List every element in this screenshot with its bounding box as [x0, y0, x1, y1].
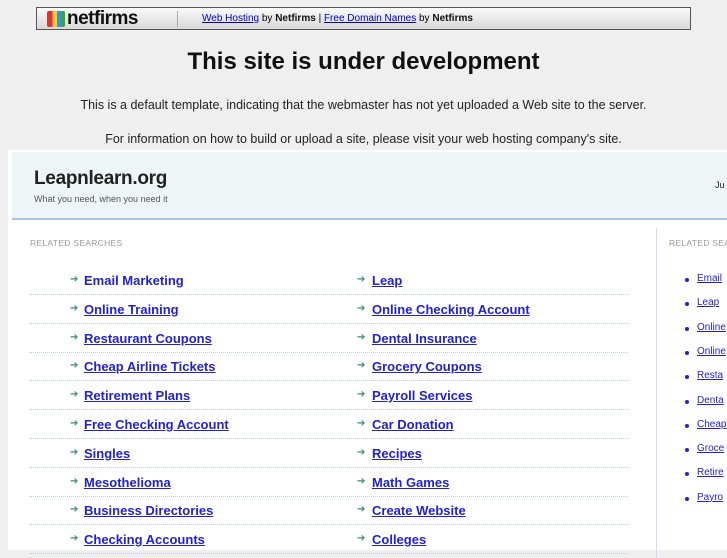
related-search-link[interactable]: Dental Insurance	[372, 331, 477, 346]
free-domain-link[interactable]: Free Domain Names	[324, 13, 416, 24]
search-row: ➔ Mesothelioma ➔ Math Games	[30, 468, 628, 497]
related-search-link[interactable]: Grocery Coupons	[372, 359, 482, 374]
bullet-icon	[685, 278, 689, 282]
search-row: ➔ Checking Accounts ➔ Colleges	[30, 525, 628, 555]
right-related-link[interactable]: Payro	[697, 492, 723, 503]
search-row: ➔ Free Checking Account ➔ Car Donation	[30, 410, 628, 439]
pipe: |	[318, 13, 322, 24]
search-row: ➔ Cheap Airline Tickets ➔ Grocery Coupons	[30, 352, 628, 382]
info-text-1: This is a default template, indicating t…	[80, 98, 647, 112]
related-search-link[interactable]: Payroll Services	[372, 388, 472, 403]
netfirms-logo-icon	[47, 10, 65, 27]
right-related-link[interactable]: Leap	[697, 297, 719, 308]
bullet-icon	[685, 375, 689, 380]
related-search-link[interactable]: Business Directories	[84, 503, 213, 518]
related-search-link[interactable]: Create Website	[372, 503, 466, 518]
bullet-icon	[685, 302, 689, 307]
right-column: RELATED SEA Email Leap Online Online Resta De…	[656, 228, 727, 558]
bullet-icon	[685, 472, 689, 477]
right-related-link[interactable]: Denta	[697, 395, 724, 406]
arrow-icon: ➔	[357, 533, 366, 545]
search-row: ➔ Singles ➔ Recipes	[30, 439, 628, 468]
arrow-icon: ➔	[357, 302, 366, 314]
bullet-icon	[685, 399, 689, 404]
brand-text: Netfirms	[275, 13, 316, 24]
arrow-icon: ➔	[70, 475, 79, 487]
divider	[177, 10, 178, 27]
header-right-text: Ju	[715, 180, 725, 190]
right-related-link[interactable]: Online	[697, 346, 726, 357]
related-search-link[interactable]: Restaurant Coupons	[84, 331, 212, 346]
by-text: by	[261, 13, 273, 24]
netfirms-banner: netfirms Web Hosting by Netfirms | Free …	[36, 7, 691, 30]
arrow-icon: ➔	[357, 389, 366, 401]
arrow-icon: ➔	[357, 331, 366, 343]
web-hosting-link[interactable]: Web Hosting	[202, 13, 259, 24]
arrow-icon: ➔	[70, 302, 79, 314]
bullet-icon	[685, 423, 689, 428]
right-related-link[interactable]: Resta	[697, 370, 723, 381]
netfirms-logo[interactable]: netfirms	[37, 8, 177, 30]
related-search-link[interactable]: Cheap Airline Tickets	[84, 359, 216, 374]
search-row: ➔ Retirement Plans ➔ Payroll Services	[30, 381, 628, 411]
arrow-icon: ➔	[70, 446, 79, 458]
arrow-icon: ➔	[70, 331, 79, 343]
arrow-icon: ➔	[357, 504, 366, 516]
related-search-link[interactable]: Online Checking Account	[372, 302, 530, 317]
related-search-link[interactable]: Recipes	[372, 446, 422, 461]
bullet-icon	[685, 448, 689, 453]
arrow-icon: ➔	[357, 475, 366, 487]
arrow-icon: ➔	[70, 274, 79, 285]
search-row: ➔ Restaurant Coupons ➔ Dental Insurance	[30, 324, 628, 353]
right-related-link[interactable]: Online	[697, 322, 726, 333]
arrow-icon: ➔	[357, 418, 366, 429]
related-search-link[interactable]: Online Training	[84, 302, 179, 317]
info-text-2: For information on how to build or uploa…	[105, 132, 622, 146]
related-search-link[interactable]: Singles	[84, 446, 130, 461]
arrow-icon: ➔	[357, 274, 366, 285]
brand-text: Netfirms	[432, 13, 473, 24]
page-title: This site is under development	[187, 48, 540, 75]
related-search-link[interactable]: Mesothelioma	[84, 475, 171, 490]
related-search-link[interactable]: Car Donation	[372, 417, 454, 432]
arrow-icon: ➔	[70, 533, 79, 545]
arrow-icon: ➔	[70, 360, 79, 372]
search-row: ➔ Email Marketing ➔ Leap	[30, 266, 628, 295]
related-search-link[interactable]: Math Games	[372, 475, 449, 490]
related-search-link[interactable]: Email Marketing	[84, 273, 184, 288]
related-searches-label: RELATED SEARCHES	[30, 238, 123, 248]
right-related-link[interactable]: Cheap	[697, 419, 726, 430]
site-name[interactable]: Leapnlearn.org	[34, 168, 167, 190]
right-related-link[interactable]: Email	[697, 273, 722, 284]
related-search-link[interactable]: Retirement Plans	[84, 388, 190, 403]
site-tagline: What you need, when you need it	[34, 194, 168, 204]
arrow-icon: ➔	[70, 418, 79, 429]
bullet-icon	[685, 326, 689, 331]
bullet-icon	[685, 496, 689, 501]
search-row: ➔ Online Training ➔ Online Checking Account	[30, 295, 628, 324]
arrow-icon: ➔	[357, 360, 366, 372]
related-search-link[interactable]: Free Checking Account	[84, 417, 229, 432]
arrow-icon: ➔	[357, 446, 366, 458]
site-header: Leapnlearn.org What you need, when you n…	[12, 152, 727, 220]
arrow-icon: ➔	[70, 389, 79, 401]
related-search-link[interactable]: Leap	[372, 273, 402, 288]
bullet-icon	[685, 350, 689, 355]
related-searches-label-right: RELATED SEA	[669, 238, 727, 248]
right-related-link[interactable]: Retire	[697, 467, 724, 478]
parked-page-panel: Leapnlearn.org What you need, when you n…	[8, 150, 727, 558]
search-row: ➔ Business Directories ➔ Create Website	[30, 496, 628, 526]
arrow-icon: ➔	[70, 504, 79, 516]
right-related-link[interactable]: Groce	[697, 443, 724, 454]
by-text: by	[419, 13, 430, 24]
